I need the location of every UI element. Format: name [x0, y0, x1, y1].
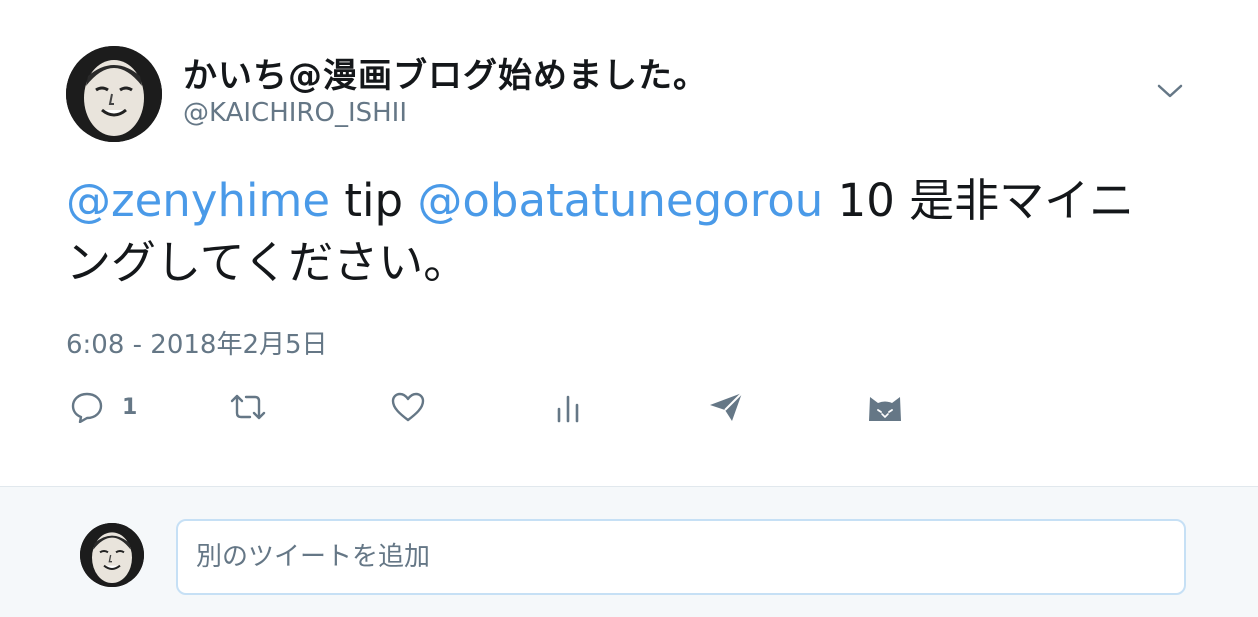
tweet-actions: 1 — [0, 385, 1258, 429]
reply-input[interactable] — [176, 519, 1186, 595]
retweet-button[interactable] — [228, 385, 268, 429]
reply-icon — [71, 392, 103, 423]
avatar-image — [80, 523, 144, 587]
more-options-button[interactable] — [1152, 76, 1188, 106]
tweet-text-segment: tip — [330, 174, 418, 227]
tweet-card: かいち@漫画ブログ始めました。 @KAICHIRO_ISHII @zenyhim… — [0, 0, 1258, 486]
mention-link[interactable]: @zenyhime — [66, 174, 330, 227]
analytics-button[interactable] — [554, 385, 582, 429]
avatar-image — [66, 46, 162, 142]
direct-message-button[interactable] — [708, 385, 744, 429]
retweet-icon — [230, 394, 266, 420]
like-button[interactable] — [390, 385, 426, 429]
reply-composer — [0, 486, 1258, 617]
reply-button[interactable]: 1 — [70, 385, 137, 429]
author-avatar[interactable] — [66, 46, 162, 142]
current-user-avatar[interactable] — [80, 523, 144, 587]
tweet-timestamp[interactable]: 6:08 - 2018年2月5日 — [66, 324, 328, 361]
tweet-text: @zenyhime tip @obatatunegorou 10 是非マイニング… — [66, 170, 1176, 294]
cat-button[interactable] — [866, 385, 904, 429]
cat-icon — [869, 397, 901, 421]
analytics-icon — [557, 395, 579, 423]
like-icon — [391, 392, 425, 422]
mention-link[interactable]: @obatatunegorou — [417, 174, 823, 227]
direct-message-icon — [710, 392, 743, 421]
reply-count: 1 — [122, 394, 138, 420]
chevron-down-icon — [1157, 84, 1183, 98]
author-display-name[interactable]: かいち@漫画ブログ始めました。 — [183, 48, 708, 97]
author-handle[interactable]: @KAICHIRO_ISHII — [183, 98, 407, 128]
